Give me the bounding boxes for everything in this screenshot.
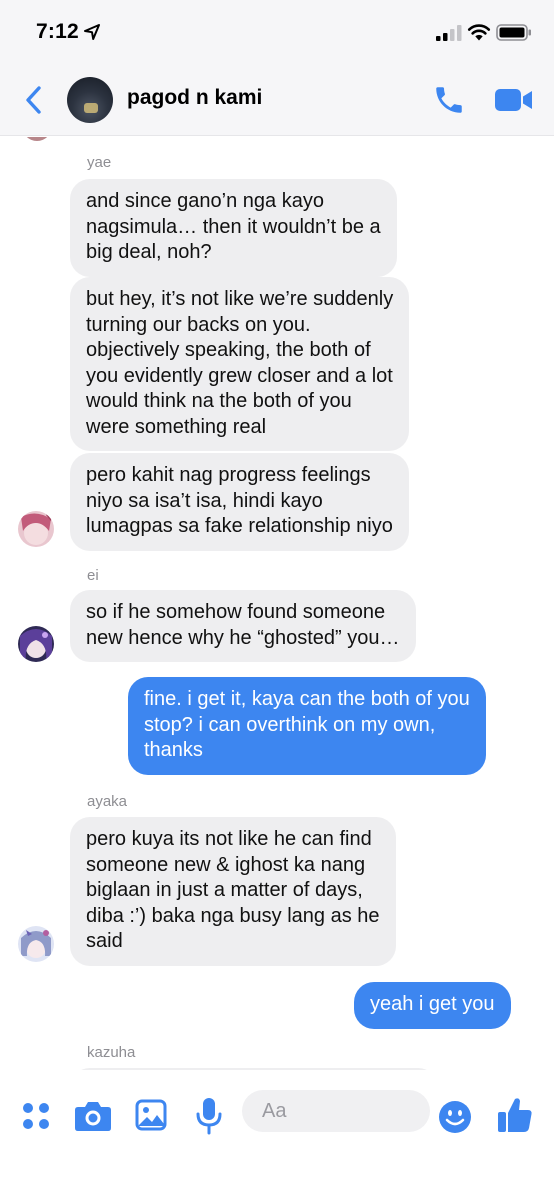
message-line: diba :’) baka nga busy lang as he <box>86 904 380 927</box>
avatar <box>22 137 52 141</box>
message-line: said <box>86 930 123 952</box>
message-line: niyo sa isa’t isa, hindi kayo <box>86 489 323 512</box>
message-line: fine. i get it, kaya can the both of you <box>144 688 470 710</box>
message-line: pero kahit nag progress feelings <box>86 464 371 486</box>
message-line: were something real <box>86 415 267 438</box>
camera-icon[interactable] <box>74 1100 112 1132</box>
message-line: nagsimula… then it wouldn’t be a <box>86 215 381 238</box>
message-line: new hence why he “ghosted” you… <box>86 626 400 649</box>
message-line: pero kuya its not like he can find <box>86 828 372 850</box>
avatar-ei[interactable] <box>18 626 54 662</box>
battery-icon <box>496 24 531 41</box>
status-time: 7:12 <box>36 20 79 43</box>
back-icon[interactable] <box>20 84 48 116</box>
sender-name: ayaka <box>87 793 128 810</box>
message-line: but hey, it’s not like we’re suddenly <box>86 288 394 310</box>
chat-header: pagod n kami <box>0 64 554 136</box>
emoji-icon[interactable] <box>438 1100 472 1134</box>
message-line: yeah i get you <box>370 993 495 1015</box>
message-bubble[interactable]: pero kuya its not like he can find someo… <box>70 817 396 966</box>
sender-name: kazuha <box>87 1044 136 1061</box>
message-bubble[interactable]: pero kahit nag progress feelings niyo sa… <box>70 453 409 551</box>
message-line: lumagpas sa fake relationship niyo <box>86 515 393 537</box>
wifi-icon <box>467 24 491 41</box>
message-line: turning our backs on you. <box>86 313 311 336</box>
message-line: would think na the both of you <box>86 390 352 412</box>
message-line: thanks <box>144 739 203 761</box>
composer-bar <box>0 1070 554 1200</box>
signal-icon <box>436 25 462 41</box>
sender-name: yae <box>87 154 112 171</box>
message-bubble[interactable]: so if he somehow found someone new hence… <box>70 590 416 662</box>
message-line: someone new & ighost ka nang <box>86 853 366 876</box>
message-line: big deal, noh? <box>86 241 212 263</box>
message-line: stop? i can overthink on my own, <box>144 713 436 736</box>
avatar-ayaka[interactable] <box>18 926 54 962</box>
status-bar: 7:12 <box>0 0 554 64</box>
apps-grid-icon[interactable] <box>22 1102 50 1130</box>
avatar-yae[interactable] <box>18 511 54 547</box>
message-line: biglaan in just a matter of days, <box>86 879 363 901</box>
message-list[interactable]: yae and since gano’n nga kayo nagsimula…… <box>0 137 554 1070</box>
message-bubble[interactable]: and since gano’n nga kayo nagsimula… the… <box>70 179 397 277</box>
message-bubble-outgoing[interactable]: fine. i get it, kaya can the both of you… <box>128 677 486 775</box>
location-arrow-icon <box>84 24 100 40</box>
thumbs-up-icon[interactable] <box>497 1096 533 1134</box>
message-line: objectively speaking, the both of <box>86 339 371 361</box>
microphone-icon[interactable] <box>196 1097 222 1135</box>
group-avatar[interactable] <box>67 77 113 123</box>
message-line: so if he somehow found someone <box>86 601 386 623</box>
image-icon[interactable] <box>135 1099 167 1131</box>
sender-name: ei <box>87 567 99 584</box>
phone-icon[interactable] <box>432 83 466 117</box>
message-bubble-outgoing[interactable]: yeah i get you <box>354 982 511 1029</box>
message-input[interactable] <box>242 1090 430 1132</box>
video-icon[interactable] <box>494 86 534 114</box>
chat-title[interactable]: pagod n kami <box>127 86 262 110</box>
message-bubble[interactable]: but hey, it’s not like we’re suddenly tu… <box>70 277 410 451</box>
message-line: and since gano’n nga kayo <box>86 190 324 212</box>
message-line: you evidently grew closer and a lot <box>86 364 393 387</box>
